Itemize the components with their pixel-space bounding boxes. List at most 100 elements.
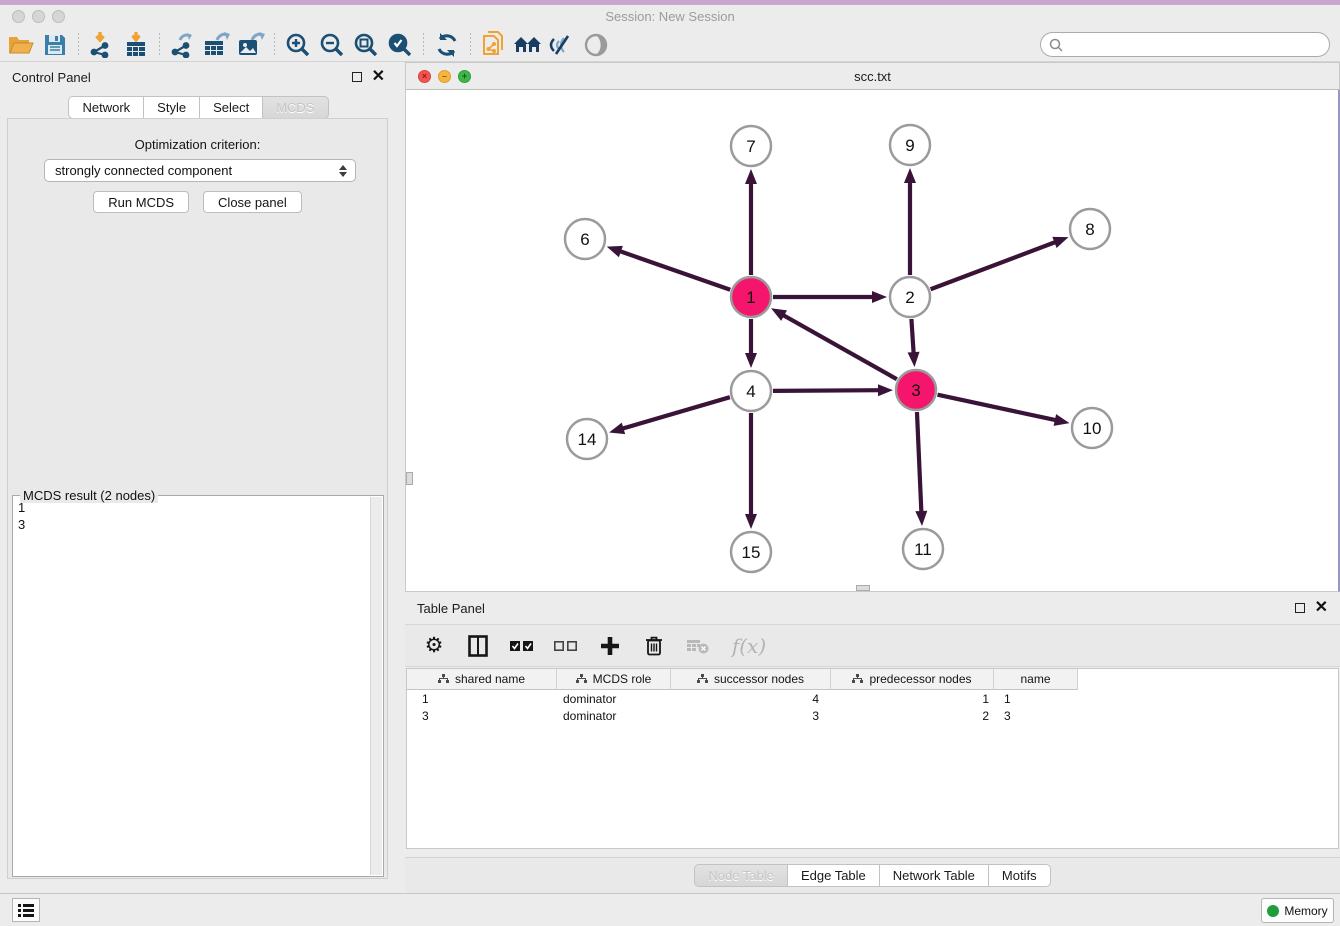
graph-edge-2-3[interactable]	[911, 319, 913, 355]
zoom-out-icon[interactable]	[315, 30, 349, 60]
zoom-selected-icon[interactable]	[383, 30, 417, 60]
network-close-button[interactable]: ×	[418, 70, 431, 83]
open-session-icon[interactable]	[4, 30, 38, 60]
network-minimize-button[interactable]: –	[438, 70, 451, 83]
criterion-dropdown[interactable]: strongly connected component	[44, 159, 356, 182]
search-input[interactable]	[1068, 35, 1329, 55]
column-header-label: predecessor nodes	[869, 672, 971, 686]
table-cell[interactable]: 1	[407, 692, 557, 706]
export-image-icon[interactable]	[234, 30, 268, 60]
mcds-result-line: 1	[18, 499, 369, 516]
tab-mcds[interactable]: MCDS	[263, 96, 328, 119]
select-all-columns-icon[interactable]	[509, 632, 535, 660]
table-cell[interactable]: 3	[994, 709, 1078, 723]
close-panel-icon[interactable]: ✕	[372, 72, 385, 82]
table-cell[interactable]: 1	[831, 692, 994, 706]
node-attribute-table[interactable]: shared name MCDS rolesuccessor nodes prede…	[406, 668, 1339, 849]
graph-edge-2-8[interactable]	[931, 241, 1058, 289]
canvas-vertical-scroll-thumb[interactable]	[406, 472, 413, 485]
network-browser-houses-icon[interactable]	[511, 30, 545, 60]
table-cell[interactable]: 4	[671, 692, 831, 706]
graph-edge-4-3[interactable]	[773, 390, 881, 391]
search-field[interactable]	[1040, 32, 1330, 57]
memory-button[interactable]: Memory	[1261, 898, 1334, 923]
result-scrollbar[interactable]	[370, 497, 382, 875]
table-cell[interactable]: 2	[831, 709, 994, 723]
zoom-fit-icon[interactable]	[349, 30, 383, 60]
memory-label: Memory	[1284, 904, 1327, 918]
graph-edge-3-1[interactable]	[781, 314, 896, 379]
toolbar-separator	[423, 33, 424, 57]
column-header-name[interactable]: name	[994, 669, 1078, 690]
table-cell[interactable]: 3	[407, 709, 557, 723]
close-table-panel-icon[interactable]: ✕	[1315, 603, 1328, 613]
tab-node-table[interactable]: Node Table	[694, 864, 788, 887]
task-history-button[interactable]	[12, 898, 40, 922]
column-header-successor-nodes[interactable]: successor nodes	[671, 669, 831, 690]
refresh-icon[interactable]	[430, 30, 464, 60]
graph-node-label: 4	[746, 382, 755, 401]
clone-network-icon[interactable]	[477, 30, 511, 60]
birds-eye-view-icon[interactable]	[579, 30, 613, 60]
table-panel-title: Table Panel	[417, 601, 485, 616]
save-session-icon[interactable]	[38, 30, 72, 60]
export-table-icon[interactable]	[200, 30, 234, 60]
graph-edge-arrowhead	[745, 169, 757, 184]
graph-node-label: 10	[1083, 419, 1102, 438]
mcds-result-list[interactable]: 13	[18, 499, 369, 874]
graph-node-label: 8	[1085, 220, 1094, 239]
canvas-horizontal-scroll-thumb[interactable]	[856, 585, 870, 591]
network-graph[interactable]: 7968124314101511	[406, 90, 1338, 590]
column-header-shared-name[interactable]: shared name	[407, 669, 557, 690]
table-cell[interactable]: dominator	[557, 692, 671, 706]
column-header-label: shared name	[455, 672, 525, 686]
graph-edge-arrowhead	[872, 291, 887, 303]
tab-edge-table[interactable]: Edge Table	[788, 864, 880, 887]
table-cell[interactable]: 3	[671, 709, 831, 723]
delete-column-trash-icon[interactable]	[641, 632, 667, 660]
table-panel: Table Panel ✕ ⚙	[405, 595, 1340, 893]
export-network-icon[interactable]	[166, 30, 200, 60]
table-row[interactable]: 3dominator323	[407, 707, 1338, 724]
float-table-panel-icon[interactable]	[1295, 603, 1305, 613]
tab-network-table[interactable]: Network Table	[880, 864, 989, 887]
graph-edge-4-14[interactable]	[621, 397, 730, 429]
run-mcds-button[interactable]: Run MCDS	[93, 191, 189, 213]
create-column-plus-icon[interactable]	[597, 632, 623, 660]
tab-select[interactable]: Select	[200, 96, 263, 119]
tab-style[interactable]: Style	[144, 96, 200, 119]
graph-edge-1-6[interactable]	[618, 251, 730, 290]
show-columns-icon[interactable]	[465, 632, 491, 660]
column-header-MCDS-role[interactable]: MCDS role	[557, 669, 671, 690]
table-cell[interactable]: dominator	[557, 709, 671, 723]
network-canvas[interactable]: 7968124314101511	[405, 90, 1340, 592]
unselect-all-columns-icon[interactable]	[553, 632, 579, 660]
tab-network[interactable]: Network	[68, 96, 144, 119]
hide-graphics-details-icon[interactable]	[545, 30, 579, 60]
zoom-in-icon[interactable]	[281, 30, 315, 60]
control-panel: Control Panel ✕ NetworkStyleSelectMCDS O…	[0, 64, 397, 893]
import-network-icon[interactable]	[85, 30, 119, 60]
graph-edge-3-11[interactable]	[917, 412, 921, 514]
control-panel-title: Control Panel	[12, 70, 91, 85]
criterion-dropdown-value: strongly connected component	[51, 163, 339, 178]
network-maximize-button[interactable]: +	[458, 70, 471, 83]
graph-edge-3-10[interactable]	[938, 395, 1058, 421]
mcds-result-group: MCDS result (2 nodes) 13	[12, 495, 384, 877]
column-header-predecessor-nodes[interactable]: predecessor nodes	[831, 669, 994, 690]
table-options-gear-icon[interactable]: ⚙	[421, 632, 447, 660]
float-panel-icon[interactable]	[352, 72, 362, 82]
close-panel-button[interactable]: Close panel	[203, 191, 302, 213]
toolbar-separator	[159, 33, 160, 57]
table-tabbar: Node TableEdge TableNetwork TableMotifs	[405, 857, 1340, 893]
main-toolbar	[0, 28, 1340, 62]
network-window-titlebar[interactable]: × – + scc.txt	[405, 62, 1340, 90]
column-type-icon	[852, 674, 863, 684]
memory-status-dot	[1267, 905, 1279, 917]
toolbar-separator	[470, 33, 471, 57]
tab-motifs[interactable]: Motifs	[989, 864, 1051, 887]
column-header-label: name	[1020, 672, 1050, 686]
import-table-icon[interactable]	[119, 30, 153, 60]
table-row[interactable]: 1dominator411	[407, 690, 1338, 707]
table-cell[interactable]: 1	[994, 692, 1078, 706]
